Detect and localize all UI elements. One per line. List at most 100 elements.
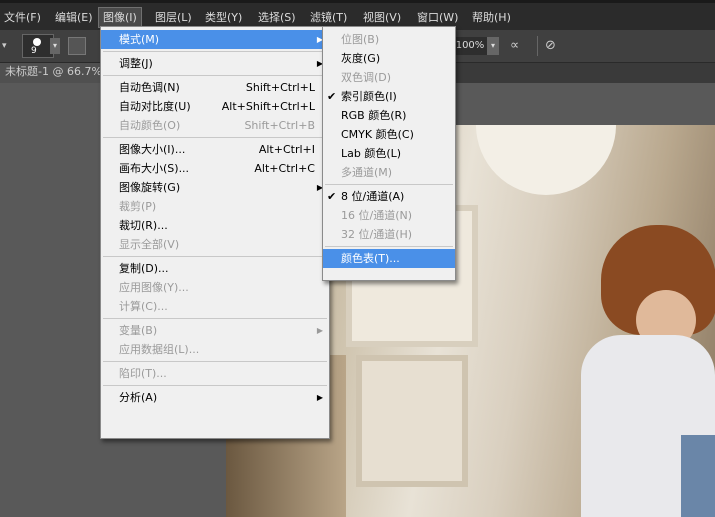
shortcut-label: Alt+Shift+Ctrl+L [221, 100, 315, 113]
mode-menu-item[interactable]: 颜色表(T)... [323, 249, 455, 268]
image-menu-item-label: 自动对比度(U) [119, 100, 191, 113]
image-menu-item-label: 显示全部(V) [119, 238, 180, 251]
image-menu: 模式(M) ▶ 调整(J) ▶ 自动色调(N) Shift+Ctrl+L 自动对比度(U) A… [100, 26, 330, 439]
image-menu-item[interactable]: 显示全部(V) [101, 235, 329, 254]
image-menu-item[interactable]: 陷印(T)... [101, 364, 329, 383]
brush-dropdown-icon[interactable]: ▾ [50, 38, 60, 54]
menubar-item-7[interactable]: 视图(V) [363, 8, 401, 27]
image-menu-item-label: 复制(D)... [119, 262, 169, 275]
shortcut-label: Shift+Ctrl+L [245, 81, 315, 94]
image-menu-item-label: 应用数据组(L)... [119, 343, 200, 356]
menu-separator [103, 318, 327, 319]
mode-menu-item[interactable]: 双色调(D) [323, 68, 455, 87]
image-menu-item[interactable]: 图像大小(I)... Alt+Ctrl+I [101, 140, 329, 159]
document-tab[interactable]: 未标题-1 @ 66.7% [0, 63, 100, 83]
image-menu-item-label: 模式(M) [119, 33, 160, 46]
shortcut-label: Alt+Ctrl+I [258, 143, 315, 156]
menubar-item-3[interactable]: 图层(L) [155, 8, 192, 27]
image-menu-item[interactable]: 图像旋转(G) ▶ [101, 178, 329, 197]
mode-menu-item-label: 灰度(G) [341, 52, 381, 65]
shortcut-label: Alt+Ctrl+C [254, 162, 315, 175]
mode-menu-item[interactable]: 位图(B) [323, 30, 455, 49]
menubar-item-9[interactable]: 帮助(H) [472, 8, 511, 27]
menubar-item-5[interactable]: 选择(S) [258, 8, 296, 27]
mode-menu-item[interactable]: 灰度(G) [323, 49, 455, 68]
menu-separator [103, 385, 327, 386]
mode-menu-item[interactable]: ✔ 8 位/通道(A) [323, 187, 455, 206]
image-menu-item[interactable]: 应用数据组(L)... [101, 340, 329, 359]
mode-menu-item-label: 16 位/通道(N) [341, 209, 413, 222]
jeans-shape [681, 435, 715, 517]
checkmark-icon: ✔ [327, 190, 337, 203]
submenu-arrow-icon: ▶ [316, 393, 323, 402]
image-menu-item-label: 调整(J) [119, 57, 153, 70]
mode-menu-item-label: 多通道(M) [341, 166, 393, 179]
menu-separator [325, 246, 453, 247]
image-menu-item[interactable]: 复制(D)... [101, 259, 329, 278]
pressure-size-icon[interactable]: ⊘ [545, 37, 563, 55]
airbrush-icon[interactable]: ∝ [510, 37, 532, 55]
mode-menu-item-label: 位图(B) [341, 33, 380, 46]
image-menu-item-label: 图像大小(I)... [119, 143, 186, 156]
mode-menu-item[interactable]: Lab 颜色(L) [323, 144, 455, 163]
menubar-item-8[interactable]: 窗口(W) [417, 8, 458, 27]
image-menu-item[interactable]: 应用图像(Y)... [101, 278, 329, 297]
menubar-item-2[interactable]: 图像(I) [98, 7, 142, 28]
brush-panel-toggle-icon[interactable] [68, 37, 86, 55]
mode-menu-item[interactable]: ✔ 索引颜色(I) [323, 87, 455, 106]
menu-separator [103, 75, 327, 76]
mode-menu-item-label: Lab 颜色(L) [341, 147, 402, 160]
lamp-shape [476, 125, 616, 195]
mode-menu-item-label: 32 位/通道(H) [341, 228, 413, 241]
mode-menu-item[interactable]: RGB 颜色(R) [323, 106, 455, 125]
image-menu-item[interactable]: 自动颜色(O) Shift+Ctrl+B [101, 116, 329, 135]
menu-separator [103, 137, 327, 138]
opacity-dropdown-icon[interactable]: ▾ [487, 37, 499, 55]
checkmark-icon: ✔ [327, 90, 337, 103]
menu-separator [103, 256, 327, 257]
shortcut-label: Shift+Ctrl+B [244, 119, 315, 132]
menubar-item-1[interactable]: 编辑(E) [55, 8, 93, 27]
mode-menu-item-label: 8 位/通道(A) [341, 190, 405, 203]
tool-preset-picker[interactable]: ▾ [2, 38, 20, 54]
mode-menu-item[interactable]: 16 位/通道(N) [323, 206, 455, 225]
mode-menu-item[interactable]: 32 位/通道(H) [323, 225, 455, 244]
mode-menu-item-label: 双色调(D) [341, 71, 392, 84]
image-menu-item[interactable]: 调整(J) ▶ [101, 54, 329, 73]
image-menu-item-label: 裁剪(P) [119, 200, 157, 213]
image-menu-item[interactable]: 分析(A) ▶ [101, 388, 329, 407]
menubar-item-4[interactable]: 类型(Y) [205, 8, 242, 27]
shelf-shape [356, 355, 468, 487]
mode-menu-item-label: 颜色表(T)... [341, 252, 400, 265]
mode-menu-item[interactable]: 多通道(M) [323, 163, 455, 182]
menu-separator [325, 184, 453, 185]
image-menu-item[interactable]: 裁剪(P) [101, 197, 329, 216]
mode-menu-item-label: RGB 颜色(R) [341, 109, 407, 122]
image-menu-item-label: 裁切(R)... [119, 219, 168, 232]
submenu-arrow-icon: ▶ [316, 326, 323, 335]
brush-dot-icon [33, 38, 41, 46]
divider [537, 36, 538, 56]
image-menu-item[interactable]: 裁切(R)... [101, 216, 329, 235]
image-menu-item[interactable]: 计算(C)... [101, 297, 329, 316]
image-menu-item-label: 自动色调(N) [119, 81, 180, 94]
mode-menu-item[interactable]: CMYK 颜色(C) [323, 125, 455, 144]
image-menu-item-label: 分析(A) [119, 391, 158, 404]
opacity-field[interactable]: 100% [453, 37, 487, 55]
image-menu-item-label: 应用图像(Y)... [119, 281, 189, 294]
image-menu-item[interactable]: 模式(M) ▶ [101, 30, 329, 49]
mode-submenu: 位图(B) 灰度(G) 双色调(D) ✔ 索引颜色(I) RGB 颜色(R) CMYK 颜色… [322, 26, 456, 281]
brush-size-label: 9 [31, 46, 37, 56]
image-menu-item-label: 计算(C)... [119, 300, 168, 313]
image-menu-item[interactable]: 自动色调(N) Shift+Ctrl+L [101, 78, 329, 97]
image-menu-item-label: 画布大小(S)... [119, 162, 190, 175]
image-menu-item[interactable]: 画布大小(S)... Alt+Ctrl+C [101, 159, 329, 178]
menubar-item-6[interactable]: 滤镜(T) [310, 8, 347, 27]
image-menu-item-label: 自动颜色(O) [119, 119, 181, 132]
image-menu-item[interactable]: 自动对比度(U) Alt+Shift+Ctrl+L [101, 97, 329, 116]
menu-separator [103, 361, 327, 362]
image-menu-item-label: 图像旋转(G) [119, 181, 181, 194]
image-menu-item-label: 陷印(T)... [119, 367, 167, 380]
menubar-item-0[interactable]: 文件(F) [4, 8, 41, 27]
image-menu-item[interactable]: 变量(B) ▶ [101, 321, 329, 340]
